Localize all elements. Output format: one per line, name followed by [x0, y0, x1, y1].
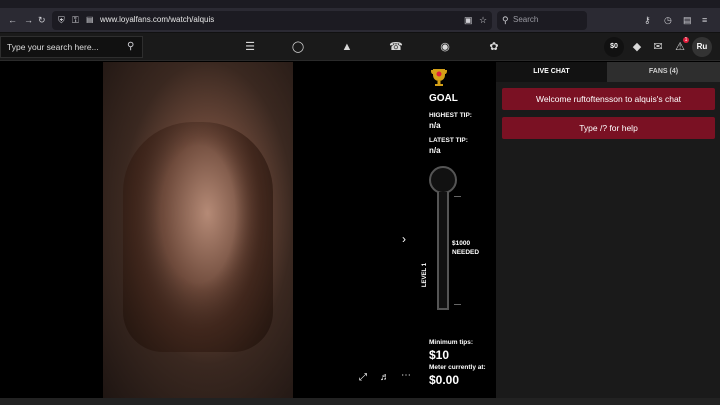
url-text[interactable]: www.loyalfans.com/watch/alquis — [100, 15, 214, 24]
trophy-icon — [431, 69, 447, 86]
forward-icon[interactable]: → — [24, 15, 33, 25]
meter-label: Meter currently at: — [429, 364, 486, 371]
feed-icon[interactable]: ☰ — [243, 40, 257, 54]
site-search-placeholder: Type your search here... — [7, 42, 99, 52]
thermometer-tick — [454, 304, 461, 305]
volume-icon[interactable]: ♬ — [380, 372, 390, 383]
search-icon[interactable]: ⚲ — [127, 42, 134, 52]
thermometer-tube — [437, 192, 449, 310]
tag-icon[interactable]: ▲ — [340, 40, 354, 54]
video-player[interactable]: › ⤢ ♬ ⋯ — [0, 62, 420, 405]
location-icon[interactable]: ◉ — [438, 40, 452, 54]
notification-badge: 1 — [683, 37, 689, 43]
more-options-icon[interactable]: ⋯ — [401, 370, 411, 381]
latest-tip-value: n/a — [429, 146, 441, 155]
thermometer-bulb — [429, 166, 457, 194]
min-tips-label: Minimum tips: — [429, 339, 474, 346]
goal-title: GOAL — [429, 93, 458, 104]
history-icon[interactable]: ◷ — [664, 15, 672, 25]
min-tips-value: $10 — [429, 348, 450, 362]
coins-icon[interactable]: ◆ — [630, 40, 644, 54]
chat-panel: LIVE CHAT FANS (4) Welcome ruftoftensson… — [496, 62, 720, 405]
tab-live-chat[interactable]: LIVE CHAT — [496, 62, 607, 82]
browser-tab-strip — [0, 0, 720, 8]
needed-amount: $1000 — [452, 240, 471, 247]
address-bar[interactable]: ⛨ ⚿ ▤ www.loyalfans.com/watch/alquis ▣ ☆ — [52, 11, 492, 30]
live-video-stream[interactable] — [103, 62, 293, 398]
reload-icon[interactable]: ↻ — [38, 15, 46, 25]
bookmark-star-icon[interactable]: ☆ — [479, 15, 487, 25]
site-navigation: Type your search here... ⚲ ☰ ◯ ▲ ☎ ◉ ✿ $… — [0, 33, 720, 61]
thermometer-tick — [454, 196, 461, 197]
shield-icon[interactable]: ⛨ — [58, 15, 65, 25]
paw-icon[interactable]: ✿ — [487, 40, 501, 54]
highest-tip-label: HIGHEST TIP: — [429, 112, 472, 119]
video-subject — [123, 122, 273, 352]
highest-tip-value: n/a — [429, 121, 441, 130]
extensions-icon[interactable]: ▤ — [683, 15, 692, 25]
meter-value: $0.00 — [429, 373, 460, 387]
tip-goal-panel: GOAL HIGHEST TIP: n/a LATEST TIP: n/a $1… — [420, 62, 496, 405]
browser-search-placeholder: Search — [513, 15, 539, 24]
menu-icon[interactable]: ≡ — [702, 15, 707, 25]
wallet-balance[interactable]: $0 — [604, 37, 624, 57]
avatar[interactable]: Ru — [692, 37, 712, 57]
live-icon[interactable]: ◯ — [291, 40, 305, 54]
lock-icon[interactable]: ⚿ — [72, 15, 79, 25]
browser-search-box[interactable]: ⚲ Search — [497, 11, 587, 30]
reader-view-icon[interactable]: ▣ — [464, 15, 473, 25]
latest-tip-label: LATEST TIP: — [429, 137, 468, 144]
level-label: LEVEL 1 — [422, 262, 429, 288]
fullscreen-icon[interactable]: ⤢ — [359, 372, 367, 383]
mail-icon[interactable]: ✉ — [651, 40, 665, 54]
key-icon[interactable]: ⚷ — [644, 15, 651, 25]
page-icon: ▤ — [86, 15, 94, 24]
needed-label: NEEDED — [452, 249, 480, 256]
chat-message: Type /? for help — [502, 117, 715, 139]
taskbar-strip — [0, 398, 720, 405]
back-icon[interactable]: ← — [8, 15, 17, 25]
phone-icon[interactable]: ☎ — [389, 40, 403, 54]
tab-fans[interactable]: FANS (4) — [607, 62, 720, 82]
search-icon: ⚲ — [502, 15, 509, 25]
chevron-right-icon[interactable]: › — [402, 232, 406, 246]
browser-toolbar: ← → ↻ ⛨ ⚿ ▤ www.loyalfans.com/watch/alqu… — [0, 8, 720, 33]
chat-tabs: LIVE CHAT FANS (4) — [496, 62, 720, 82]
site-search-input[interactable]: Type your search here... ⚲ — [0, 36, 143, 58]
chat-message: Welcome ruftoftensson to alquis's chat — [502, 88, 715, 110]
